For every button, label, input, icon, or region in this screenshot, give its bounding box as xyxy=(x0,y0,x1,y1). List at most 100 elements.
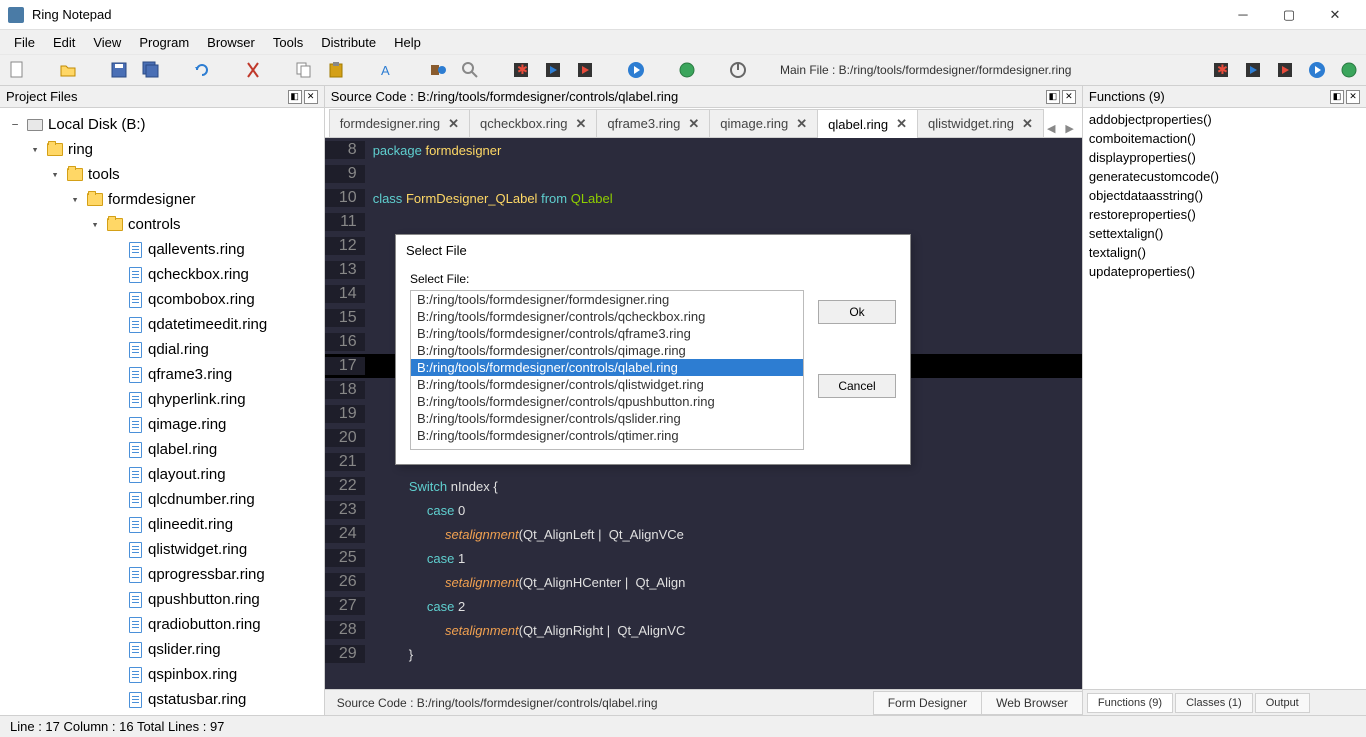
menu-distribute[interactable]: Distribute xyxy=(313,33,384,52)
right-tab[interactable]: Functions (9) xyxy=(1087,693,1173,713)
code-line[interactable]: 11 xyxy=(325,210,1082,234)
menu-tools[interactable]: Tools xyxy=(265,33,311,52)
web-icon[interactable] xyxy=(678,61,696,79)
tree-item[interactable]: qimage.ring xyxy=(0,412,324,437)
right-tab[interactable]: Classes (1) xyxy=(1175,693,1253,713)
open-icon[interactable] xyxy=(59,61,77,79)
code-line[interactable]: 24 setalignment(Qt_AlignLeft | Qt_AlignV… xyxy=(325,522,1082,546)
code-line[interactable]: 25 case 1 xyxy=(325,546,1082,570)
find-icon[interactable] xyxy=(461,61,479,79)
cut-icon[interactable] xyxy=(244,61,262,79)
editor-tab[interactable]: qlabel.ring✕ xyxy=(817,109,918,138)
tab-close-icon[interactable]: ✕ xyxy=(688,116,699,132)
function-item[interactable]: generatecustomcode() xyxy=(1087,167,1362,186)
tab-close-icon[interactable]: ✕ xyxy=(1022,116,1033,132)
editor-float-icon[interactable]: ◧ xyxy=(1046,90,1060,104)
tree-item[interactable]: qcheckbox.ring xyxy=(0,262,324,287)
code-line[interactable]: 10class FormDesigner_QLabel from QLabel xyxy=(325,186,1082,210)
maximize-button[interactable]: ▢ xyxy=(1266,0,1312,30)
new-file-icon[interactable] xyxy=(8,61,26,79)
menu-file[interactable]: File xyxy=(6,33,43,52)
tab-close-icon[interactable]: ✕ xyxy=(576,116,587,132)
function-item[interactable]: addobjectproperties() xyxy=(1087,110,1362,129)
paste-icon[interactable] xyxy=(327,61,345,79)
tree-item[interactable]: qlineedit.ring xyxy=(0,512,324,537)
close-button[interactable]: ✕ xyxy=(1312,0,1358,30)
panel-float-icon[interactable]: ◧ xyxy=(288,90,302,104)
tb-right-run-icon[interactable] xyxy=(1308,61,1326,79)
font-icon[interactable]: A xyxy=(378,61,396,79)
tree-item[interactable]: qprogressbar.ring xyxy=(0,562,324,587)
tree-item[interactable]: qlabel.ring xyxy=(0,437,324,462)
tree-item[interactable]: qdatetimeedit.ring xyxy=(0,312,324,337)
tabs-scroll-right-icon[interactable]: ▶ xyxy=(1061,120,1077,137)
tree-item[interactable]: −Local Disk (B:) xyxy=(0,112,324,137)
dialog-list-item[interactable]: B:/ring/tools/formdesigner/controls/qlab… xyxy=(411,359,803,376)
form-designer-tab[interactable]: Form Designer xyxy=(873,691,982,715)
tree-item[interactable]: qhyperlink.ring xyxy=(0,387,324,412)
editor-tab[interactable]: qlistwidget.ring✕ xyxy=(917,109,1044,137)
code-line[interactable]: 9 xyxy=(325,162,1082,186)
menu-browser[interactable]: Browser xyxy=(199,33,263,52)
dialog-list-item[interactable]: B:/ring/tools/formdesigner/formdesigner.… xyxy=(411,291,803,308)
function-item[interactable]: updateproperties() xyxy=(1087,262,1362,281)
editor-tab[interactable]: qimage.ring✕ xyxy=(709,109,818,137)
tb-right-web-icon[interactable] xyxy=(1340,61,1358,79)
code-line[interactable]: 27 case 2 xyxy=(325,594,1082,618)
tree-item[interactable]: ▾formdesigner xyxy=(0,187,324,212)
editor-tab[interactable]: formdesigner.ring✕ xyxy=(329,109,470,137)
tab-close-icon[interactable]: ✕ xyxy=(448,116,459,132)
code-line[interactable]: 23 case 0 xyxy=(325,498,1082,522)
dialog-list-item[interactable]: B:/ring/tools/formdesigner/controls/qlis… xyxy=(411,376,803,393)
save-all-icon[interactable] xyxy=(142,61,160,79)
web-browser-tab[interactable]: Web Browser xyxy=(981,691,1083,715)
dialog-file-list[interactable]: B:/ring/tools/formdesigner/formdesigner.… xyxy=(410,290,804,450)
dialog-list-item[interactable]: B:/ring/tools/formdesigner/controls/qche… xyxy=(411,308,803,325)
menu-help[interactable]: Help xyxy=(386,33,429,52)
debug-icon[interactable]: ✱ xyxy=(512,61,530,79)
code-line[interactable]: 26 setalignment(Qt_AlignHCenter | Qt_Ali… xyxy=(325,570,1082,594)
tab-close-icon[interactable]: ✕ xyxy=(896,116,907,132)
copy-icon[interactable] xyxy=(295,61,313,79)
function-item[interactable]: comboitemaction() xyxy=(1087,129,1362,148)
dialog-list-item[interactable]: B:/ring/tools/formdesigner/controls/qpus… xyxy=(411,393,803,410)
tree-item[interactable]: ▾tools xyxy=(0,162,324,187)
dialog-list-item[interactable]: B:/ring/tools/formdesigner/controls/qfra… xyxy=(411,325,803,342)
functions-list[interactable]: addobjectproperties()comboitemaction()di… xyxy=(1083,108,1366,689)
tree-item[interactable]: qradiobutton.ring xyxy=(0,612,324,637)
tree-item[interactable]: qlayout.ring xyxy=(0,462,324,487)
func-float-icon[interactable]: ◧ xyxy=(1330,90,1344,104)
editor-close-icon[interactable]: ✕ xyxy=(1062,90,1076,104)
ok-button[interactable]: Ok xyxy=(818,300,896,324)
tree-item[interactable]: qspinbox.ring xyxy=(0,662,324,687)
run-dark-icon[interactable] xyxy=(544,61,562,79)
function-item[interactable]: restoreproperties() xyxy=(1087,205,1362,224)
function-item[interactable]: objectdataasstring() xyxy=(1087,186,1362,205)
function-item[interactable]: settextalign() xyxy=(1087,224,1362,243)
tab-close-icon[interactable]: ✕ xyxy=(796,116,807,132)
menu-view[interactable]: View xyxy=(85,33,129,52)
menu-edit[interactable]: Edit xyxy=(45,33,83,52)
tree-item[interactable]: qdial.ring xyxy=(0,337,324,362)
tree-item[interactable]: qlcdnumber.ring xyxy=(0,487,324,512)
tabs-scroll-left-icon[interactable]: ◀ xyxy=(1043,120,1059,137)
tree-item[interactable]: qcombobox.ring xyxy=(0,287,324,312)
tree-item[interactable]: qstatusbar.ring xyxy=(0,687,324,712)
project-tree[interactable]: −Local Disk (B:)▾ring▾tools▾formdesigner… xyxy=(0,108,324,715)
bookmark-icon[interactable] xyxy=(429,61,447,79)
code-line[interactable]: 8package formdesigner xyxy=(325,138,1082,162)
tree-item[interactable]: ▾ring xyxy=(0,137,324,162)
tb-right-1-icon[interactable]: ✱ xyxy=(1212,61,1230,79)
minimize-button[interactable]: ─ xyxy=(1220,0,1266,30)
save-icon[interactable] xyxy=(110,61,128,79)
power-icon[interactable] xyxy=(729,61,747,79)
function-item[interactable]: textalign() xyxy=(1087,243,1362,262)
dialog-list-item[interactable]: B:/ring/tools/formdesigner/controls/qsli… xyxy=(411,410,803,427)
menu-program[interactable]: Program xyxy=(131,33,197,52)
cancel-button[interactable]: Cancel xyxy=(818,374,896,398)
tree-item[interactable]: qpushbutton.ring xyxy=(0,587,324,612)
undo-icon[interactable] xyxy=(193,61,211,79)
func-close-icon[interactable]: ✕ xyxy=(1346,90,1360,104)
editor-tab[interactable]: qcheckbox.ring✕ xyxy=(469,109,597,137)
right-tab[interactable]: Output xyxy=(1255,693,1310,713)
